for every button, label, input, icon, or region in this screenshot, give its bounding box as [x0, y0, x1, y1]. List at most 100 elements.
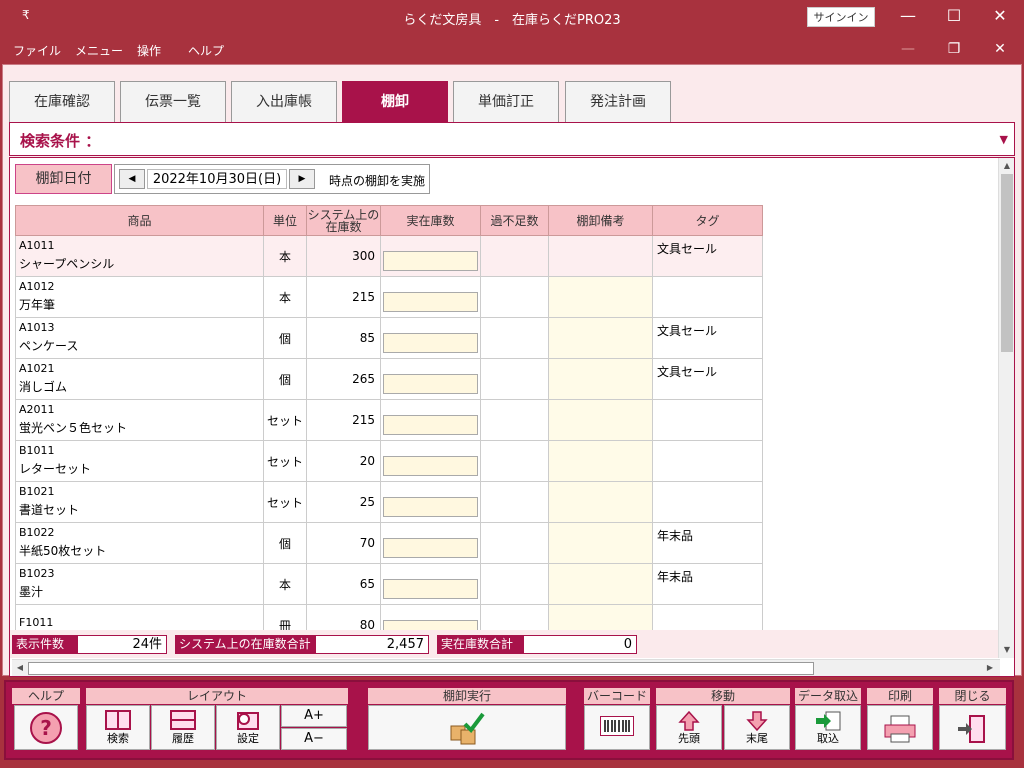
note-cell[interactable] — [548, 317, 653, 359]
col-diff[interactable]: 過不足数 — [480, 205, 549, 236]
actual-stock-input[interactable] — [383, 538, 478, 558]
scroll-down-icon[interactable]: ▼ — [999, 642, 1014, 658]
exit-door-icon — [956, 714, 990, 747]
next-date-button[interactable]: ▶ — [289, 169, 315, 189]
scroll-right-icon[interactable]: ▶ — [982, 660, 998, 676]
table-row[interactable]: A1012 万年筆 本 215 — [15, 276, 763, 318]
product-cell[interactable]: B1022 半紙50枚セット — [15, 522, 264, 564]
layout-history-button[interactable]: 履歴 — [151, 705, 215, 750]
vertical-scrollbar[interactable]: ▲ ▼ — [998, 158, 1014, 658]
table-row[interactable]: B1011 レターセット セット 20 — [15, 440, 763, 482]
move-last-button[interactable]: 末尾 — [724, 705, 790, 750]
col-unit[interactable]: 単位 — [263, 205, 307, 236]
help-button[interactable]: ? — [14, 705, 78, 750]
layout-settings-label: 設定 — [237, 732, 259, 745]
vertical-scroll-thumb[interactable] — [1001, 174, 1013, 352]
col-system-stock[interactable]: システム上の在庫数 — [306, 205, 381, 236]
note-cell[interactable] — [548, 522, 653, 564]
col-actual-stock[interactable]: 実在庫数 — [380, 205, 481, 236]
actual-stock-cell — [380, 440, 481, 482]
date-field[interactable]: 2022年10月30日(日) — [147, 169, 287, 189]
horizontal-scrollbar[interactable]: ◀ ▶ — [12, 659, 1000, 676]
product-name: 半紙50枚セット — [19, 543, 107, 558]
tab-price-correction[interactable]: 単価訂正 — [453, 81, 559, 122]
font-decrease-button[interactable]: A− — [281, 728, 347, 750]
product-cell[interactable]: A1012 万年筆 — [15, 276, 264, 318]
table-row[interactable]: A1021 消しゴム 個 265 文具セール — [15, 358, 763, 400]
mdi-restore-button[interactable]: ❐ — [931, 36, 977, 62]
product-cell[interactable]: B1011 レターセット — [15, 440, 264, 482]
tab-stock-check[interactable]: 在庫確認 — [9, 81, 115, 122]
layout-search-button[interactable]: 検索 — [86, 705, 150, 750]
note-cell[interactable] — [548, 399, 653, 441]
menu-help[interactable]: ヘルプ — [188, 42, 224, 59]
actual-stock-input[interactable] — [383, 251, 478, 271]
table-row[interactable]: B1023 墨汁 本 65 年末品 — [15, 563, 763, 605]
table-row[interactable]: A2011 蛍光ペン５色セット セット 215 — [15, 399, 763, 441]
execute-inventory-button[interactable] — [368, 705, 566, 750]
table-row[interactable]: B1021 書道セット セット 25 — [15, 481, 763, 523]
mdi-minimize-button[interactable]: — — [885, 36, 931, 62]
note-cell[interactable] — [548, 440, 653, 482]
product-cell[interactable]: B1021 書道セット — [15, 481, 264, 523]
system-stock-cell: 25 — [306, 481, 381, 523]
layout-settings-button[interactable]: 設定 — [216, 705, 280, 750]
import-button[interactable]: 取込 — [795, 705, 861, 750]
prev-date-button[interactable]: ◀ — [119, 169, 145, 189]
table-row[interactable]: B1022 半紙50枚セット 個 70 年末品 — [15, 522, 763, 564]
unit-cell: 個 — [263, 522, 307, 564]
product-cell[interactable]: A1013 ペンケース — [15, 317, 264, 359]
menu-menu[interactable]: メニュー — [75, 42, 123, 59]
actual-stock-input[interactable] — [383, 456, 478, 476]
actual-stock-input[interactable] — [383, 374, 478, 394]
tag-cell — [652, 440, 763, 482]
note-cell[interactable] — [548, 563, 653, 605]
col-tag[interactable]: タグ — [652, 205, 763, 236]
product-cell[interactable]: A1011 シャープペンシル — [15, 235, 264, 277]
horizontal-scroll-thumb[interactable] — [28, 662, 814, 675]
actual-stock-input[interactable] — [383, 579, 478, 599]
product-code: B1021 — [19, 484, 55, 498]
move-first-button[interactable]: 先頭 — [656, 705, 722, 750]
tab-slip-list[interactable]: 伝票一覧 — [120, 81, 226, 122]
expand-arrow-icon[interactable]: ▼ — [1000, 133, 1008, 146]
search-conditions-bar[interactable]: 検索条件 ： ▼ — [9, 122, 1015, 156]
tab-inout-ledger[interactable]: 入出庫帳 — [231, 81, 337, 122]
note-cell[interactable] — [548, 481, 653, 523]
barcode-button[interactable] — [584, 705, 650, 750]
mdi-close-button[interactable]: ✕ — [977, 36, 1023, 62]
note-cell[interactable] — [548, 235, 653, 277]
table-row[interactable]: A1013 ペンケース 個 85 文具セール — [15, 317, 763, 359]
tag-cell — [652, 399, 763, 441]
scroll-left-icon[interactable]: ◀ — [12, 660, 28, 676]
close-button[interactable] — [939, 705, 1006, 750]
close-window-button[interactable]: ✕ — [977, 0, 1023, 34]
maximize-button[interactable]: ☐ — [931, 0, 977, 34]
note-cell[interactable] — [548, 276, 653, 318]
product-cell[interactable]: A2011 蛍光ペン５色セット — [15, 399, 264, 441]
actual-stock-input[interactable] — [383, 292, 478, 312]
print-group: 印刷 — [867, 688, 933, 752]
note-cell[interactable] — [548, 358, 653, 400]
col-note[interactable]: 棚卸備考 — [548, 205, 653, 236]
product-cell[interactable]: B1023 墨汁 — [15, 563, 264, 605]
menu-operation[interactable]: 操作 — [137, 42, 161, 59]
system-total-value: 2,457 — [315, 635, 429, 654]
actual-stock-input[interactable] — [383, 497, 478, 517]
col-product[interactable]: 商品 — [15, 205, 264, 236]
tab-inventory[interactable]: 棚卸 — [342, 81, 448, 122]
minimize-button[interactable]: — — [885, 0, 931, 34]
barcode-icon — [599, 715, 635, 739]
product-code: B1011 — [19, 443, 55, 457]
actual-stock-input[interactable] — [383, 415, 478, 435]
menu-file[interactable]: ファイル — [13, 42, 61, 59]
product-cell[interactable]: A1021 消しゴム — [15, 358, 264, 400]
actual-stock-input[interactable] — [383, 333, 478, 353]
scroll-up-icon[interactable]: ▲ — [999, 158, 1014, 174]
signin-button[interactable]: サインイン — [807, 7, 875, 27]
tab-order-plan[interactable]: 発注計画 — [565, 81, 671, 122]
font-increase-button[interactable]: A+ — [281, 705, 347, 727]
table-row[interactable]: A1011 シャープペンシル 本 300 文具セール — [15, 235, 763, 277]
print-button[interactable] — [867, 705, 933, 750]
move-last-label: 末尾 — [746, 732, 768, 745]
